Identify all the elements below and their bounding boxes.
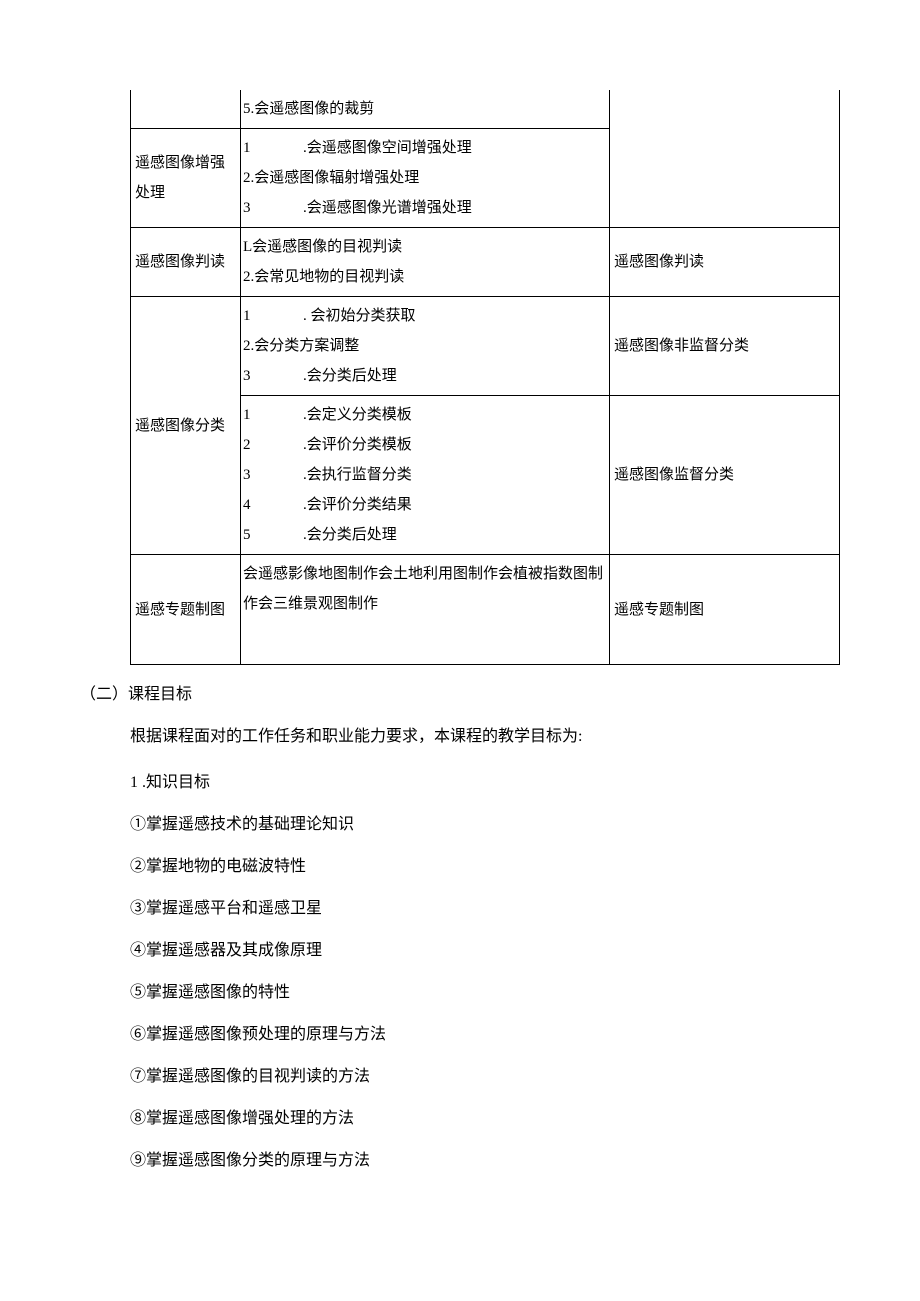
- topic-cell: 遥感图像增强处理: [131, 129, 241, 228]
- skill-line: 2 .会评价分类模板: [243, 430, 607, 460]
- skill-text: .会遥感图像光谱增强处理: [303, 193, 607, 223]
- goal-item: ③掌握遥感平台和遥感卫星: [130, 893, 840, 925]
- work-cell: 遥感图像判读: [610, 228, 840, 297]
- skill-cell: 1 . 会初始分类获取 2.会分类方案调整 3 .会分类后处理: [241, 297, 610, 396]
- skill-text: 2.会遥感图像辐射增强处理: [243, 170, 419, 186]
- goal-item: ⑨掌握遥感图像分类的原理与方法: [130, 1145, 840, 1177]
- topic-cell: [131, 90, 241, 129]
- skill-text: 会遥感影像地图制作会土地利用图制作会植被指数图制作会三维景观图制作: [243, 566, 603, 612]
- skill-line: 3 .会执行监督分类: [243, 460, 607, 490]
- skills-table-wrap: 5.会遥感图像的裁剪 遥感图像增强处理 1.会遥感图像空间增强处理 2.会遥感图…: [130, 90, 840, 665]
- work-cell: [610, 129, 840, 228]
- work-cell: 遥感图像监督分类: [610, 396, 840, 555]
- skill-cell: 1.会定义分类模板 2.会评价分类模板 3.会执行监督分类 4.会评价分类结果 …: [241, 396, 610, 555]
- topic-cell: 遥感图像判读: [131, 228, 241, 297]
- work-text: 遥感专题制图: [614, 602, 704, 618]
- intro-paragraph: 根据课程面对的工作任务和职业能力要求，本课程的教学目标为:: [130, 721, 840, 753]
- skill-num: 1: [243, 400, 255, 430]
- skill-num: 3: [243, 361, 255, 391]
- goal-item: ②掌握地物的电磁波特性: [130, 851, 840, 883]
- skill-line: 2.会遥感图像辐射增强处理: [243, 163, 607, 193]
- topic-text: 遥感专题制图: [135, 602, 225, 618]
- skill-text: .会分类后处理: [303, 520, 607, 550]
- skill-text: L会遥感图像的目视判读: [243, 239, 402, 255]
- skill-text: 5.会遥感图像的裁剪: [243, 101, 374, 117]
- skill-cell: 1 .会遥感图像空间增强处理 2.会遥感图像辐射增强处理 3 .会遥感图像光谱增强处…: [241, 129, 610, 228]
- skill-text: .会分类后处理: [303, 361, 607, 391]
- skill-num: 1: [243, 133, 255, 163]
- skill-num: 2: [243, 430, 255, 460]
- table-row: 遥感图像增强处理 1 .会遥感图像空间增强处理 2.会遥感图像辐射增强处理 3 .会…: [131, 129, 840, 228]
- skill-line: 3 .会遥感图像光谱增强处理: [243, 193, 607, 223]
- skill-num: 4: [243, 490, 255, 520]
- topic-text: 遥感图像判读: [135, 254, 225, 270]
- skill-text: .会遥感图像空间增强处理: [303, 133, 607, 163]
- skill-num: 3: [243, 460, 255, 490]
- skill-line: 4 .会评价分类结果: [243, 490, 607, 520]
- goal-item: ④掌握遥感器及其成像原理: [130, 935, 840, 967]
- work-cell: 遥感专题制图: [610, 555, 840, 665]
- skill-line: 2.会分类方案调整: [243, 331, 607, 361]
- skill-text: .会定义分类模板: [303, 400, 607, 430]
- table-row: 遥感图像判读 L会遥感图像的目视判读 2.会常见地物的目视判读 遥感图像判读: [131, 228, 840, 297]
- skill-text: . 会初始分类获取: [303, 301, 607, 331]
- skill-text: .会执行监督分类: [303, 460, 607, 490]
- goal-item: ①掌握遥感技术的基础理论知识: [130, 809, 840, 841]
- skill-line: 1 . 会初始分类获取: [243, 301, 607, 331]
- skill-text: 2.会常见地物的目视判读: [243, 269, 404, 285]
- goal-item: ⑥掌握遥感图像预处理的原理与方法: [130, 1019, 840, 1051]
- work-text: 遥感图像判读: [614, 254, 704, 270]
- skill-cell: 5.会遥感图像的裁剪: [241, 90, 610, 129]
- goal-item: ⑤掌握遥感图像的特性: [130, 977, 840, 1009]
- skill-line: 1 .会定义分类模板: [243, 400, 607, 430]
- goal-item: ⑦掌握遥感图像的目视判读的方法: [130, 1061, 840, 1093]
- work-cell: [610, 90, 840, 129]
- skill-line: L会遥感图像的目视判读: [243, 232, 607, 262]
- skill-num: 5: [243, 520, 255, 550]
- knowledge-goal-heading: 1 .知识目标: [130, 767, 840, 799]
- skill-line: 3 .会分类后处理: [243, 361, 607, 391]
- topic-cell: 遥感专题制图: [131, 555, 241, 665]
- skill-text: 2.会分类方案调整: [243, 338, 359, 354]
- work-text: 遥感图像非监督分类: [614, 338, 749, 354]
- topic-text: 遥感图像分类: [135, 418, 225, 434]
- table-row: 5.会遥感图像的裁剪: [131, 90, 840, 129]
- work-cell: 遥感图像非监督分类: [610, 297, 840, 396]
- skill-line: 1 .会遥感图像空间增强处理: [243, 133, 607, 163]
- skill-cell: 会遥感影像地图制作会土地利用图制作会植被指数图制作会三维景观图制作: [241, 555, 610, 665]
- skill-line: 5 .会分类后处理: [243, 520, 607, 550]
- topic-text: 遥感图像增强处理: [135, 155, 225, 201]
- skill-text: .会评价分类结果: [303, 490, 607, 520]
- skill-line: 2.会常见地物的目视判读: [243, 262, 607, 292]
- skill-cell: L会遥感图像的目视判读 2.会常见地物的目视判读: [241, 228, 610, 297]
- section-heading: （二）课程目标: [80, 683, 840, 707]
- goal-item: ⑧掌握遥感图像增强处理的方法: [130, 1103, 840, 1135]
- topic-cell: 遥感图像分类: [131, 297, 241, 555]
- skill-num: 3: [243, 193, 255, 223]
- work-text: 遥感图像监督分类: [614, 467, 734, 483]
- table-row: 遥感图像分类 1. 会初始分类获取 2.会分类方案调整 3.会分类后处理 遥感图…: [131, 297, 840, 396]
- skill-text: .会评价分类模板: [303, 430, 607, 460]
- skill-num: 1: [243, 301, 255, 331]
- table-row: 遥感专题制图 会遥感影像地图制作会土地利用图制作会植被指数图制作会三维景观图制作…: [131, 555, 840, 665]
- skills-table: 5.会遥感图像的裁剪 遥感图像增强处理 1.会遥感图像空间增强处理 2.会遥感图…: [130, 90, 840, 665]
